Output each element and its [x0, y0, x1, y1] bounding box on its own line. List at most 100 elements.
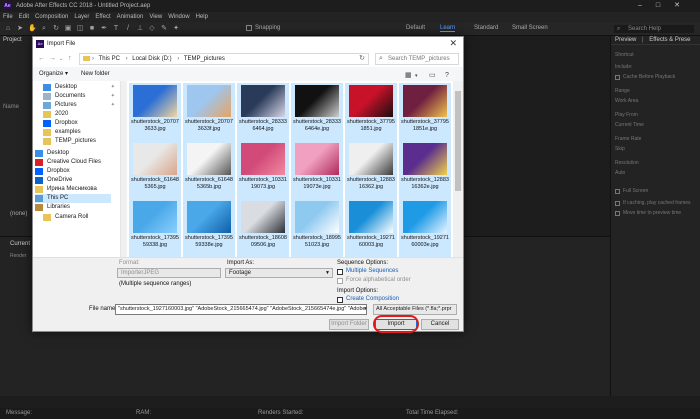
- pin-icon[interactable]: ✦: [111, 83, 115, 92]
- selection-tool-icon[interactable]: ➤: [16, 25, 24, 33]
- file-tile[interactable]: shutterstock_207073633f.jpg: [183, 83, 235, 141]
- menu-edit[interactable]: Edit: [19, 14, 29, 20]
- nav-item-examples[interactable]: examples: [43, 128, 119, 137]
- file-tile[interactable]: shutterstock_377951851e.jpg: [399, 83, 451, 141]
- pan-behind-tool-icon[interactable]: ◫: [76, 25, 84, 33]
- brush-tool-icon[interactable]: /: [124, 25, 132, 33]
- pen-tool-icon[interactable]: ✒: [100, 25, 108, 33]
- file-tile[interactable]: shutterstock_616485365b.jpg: [183, 141, 235, 199]
- nav-item-creative-cloud-files[interactable]: Creative Cloud Files: [35, 158, 111, 167]
- file-tile[interactable]: shutterstock_616485365.jpg: [129, 141, 181, 199]
- file-type-dropdown[interactable]: All Acceptable Files (*.fla;*.prpr: [373, 304, 457, 315]
- menu-effect[interactable]: Effect: [95, 14, 110, 20]
- file-name-dropdown-icon[interactable]: ▼: [363, 306, 368, 312]
- window-controls[interactable]: –□✕: [638, 0, 694, 12]
- pin-icon[interactable]: ✦: [111, 101, 115, 110]
- file-tile[interactable]: shutterstock_283336464e.jpg: [291, 83, 343, 141]
- nav-item-dropbox[interactable]: Dropbox: [35, 167, 111, 176]
- multiple-sequences-checkbox[interactable]: [337, 269, 343, 275]
- close-icon[interactable]: ✕: [449, 37, 457, 50]
- forward-arrow-icon[interactable]: →: [49, 55, 56, 63]
- menu-view[interactable]: View: [149, 14, 162, 20]
- nav-item-dropbox[interactable]: Dropbox: [43, 119, 119, 128]
- menu-file[interactable]: File: [3, 14, 13, 20]
- pin-icon[interactable]: ✦: [111, 92, 115, 101]
- hand-tool-icon[interactable]: ✋: [28, 25, 37, 33]
- menu-layer[interactable]: Layer: [74, 14, 89, 20]
- mask-tool-icon[interactable]: ■: [88, 25, 96, 33]
- clone-tool-icon[interactable]: ⊥: [136, 25, 144, 33]
- breadcrumb-local-disk[interactable]: Local Disk (D:): [132, 56, 171, 62]
- nav-item-desktop[interactable]: Desktop ✦: [43, 83, 119, 92]
- rotate-tool-icon[interactable]: ↻: [52, 25, 60, 33]
- zoom-tool-icon[interactable]: ⌕: [40, 25, 48, 33]
- home-icon[interactable]: ⌂: [4, 25, 12, 33]
- file-tile[interactable]: shutterstock_1899551023.jpg: [291, 199, 343, 257]
- workspace-small-screen[interactable]: Small Screen: [512, 25, 548, 31]
- refresh-icon[interactable]: ↻: [359, 54, 365, 64]
- menu-window[interactable]: Window: [168, 14, 189, 20]
- new-folder-button[interactable]: New folder: [81, 67, 110, 81]
- nav-item-libraries[interactable]: Libraries: [35, 203, 111, 212]
- nav-item-2020[interactable]: 2020: [43, 110, 119, 119]
- up-arrow-icon[interactable]: ↑: [68, 55, 72, 63]
- camera-tool-icon[interactable]: ▣: [64, 25, 72, 33]
- breadcrumb-this-pc[interactable]: This PC: [99, 56, 120, 62]
- search-help-input[interactable]: ⌕ Search Help: [614, 25, 694, 33]
- file-tile[interactable]: shutterstock_207073633.jpg: [129, 83, 181, 141]
- file-tile[interactable]: shutterstock_1033119073.jpg: [237, 141, 289, 199]
- file-tile[interactable]: shutterstock_1288316362e.jpg: [399, 141, 451, 199]
- menu-animation[interactable]: Animation: [117, 14, 144, 20]
- multiple-sequences-label[interactable]: Multiple Sequences: [346, 268, 398, 274]
- nav-item-temp-pictures[interactable]: TEMP_pictures: [43, 137, 119, 146]
- address-bar[interactable]: › This PC › Local Disk (D:) › TEMP_pictu…: [79, 53, 369, 65]
- menu-composition[interactable]: Composition: [35, 14, 68, 20]
- preview-option-checkbox[interactable]: [615, 189, 620, 194]
- file-tile[interactable]: shutterstock_1860809506.jpg: [237, 199, 289, 257]
- import-as-dropdown[interactable]: Footage ▼: [225, 268, 333, 278]
- roto-tool-icon[interactable]: ✎: [160, 25, 168, 33]
- current-render-tab[interactable]: Current: [10, 241, 30, 247]
- file-name-input[interactable]: "shutterstock_1927160003.jpg" "AdobeStoc…: [115, 304, 367, 315]
- eraser-tool-icon[interactable]: ◇: [148, 25, 156, 33]
- force-alphabetical-checkbox[interactable]: [337, 278, 343, 284]
- organize-button[interactable]: Organize ▾: [39, 67, 68, 81]
- puppet-tool-icon[interactable]: ✦: [172, 25, 180, 33]
- create-composition-checkbox[interactable]: [337, 297, 343, 303]
- preview-option-checkbox[interactable]: [615, 211, 620, 216]
- nav-item-this-pc[interactable]: This PC: [35, 194, 111, 203]
- nav-item-onedrive[interactable]: OneDrive: [35, 176, 111, 185]
- workspace-default[interactable]: Default: [406, 25, 425, 31]
- workspace-learn[interactable]: Learn: [440, 25, 456, 32]
- cancel-button[interactable]: Cancel: [421, 319, 459, 330]
- back-arrow-icon[interactable]: ←: [38, 55, 45, 63]
- create-composition-label[interactable]: Create Composition: [346, 296, 399, 302]
- preview-option-checkbox[interactable]: [615, 201, 620, 206]
- workspace-standard[interactable]: Standard: [474, 25, 498, 31]
- recent-locations-icon[interactable]: ⌄: [59, 55, 63, 63]
- breadcrumb-temp-pictures[interactable]: TEMP_pictures: [184, 56, 225, 62]
- file-tile[interactable]: shutterstock_1927160003e.jpg: [399, 199, 451, 257]
- nav-item-camera-roll[interactable]: Camera Roll: [43, 213, 119, 222]
- type-tool-icon[interactable]: T: [112, 25, 120, 33]
- file-tile[interactable]: shutterstock_1739559338.jpg: [129, 199, 181, 257]
- nav-item-desktop[interactable]: Desktop: [35, 149, 111, 158]
- import-folder-button[interactable]: Import Folder: [329, 319, 369, 330]
- snapping-checkbox[interactable]: [246, 25, 252, 31]
- tab-effects-presets[interactable]: Effects & Prese: [649, 37, 690, 43]
- file-tile[interactable]: shutterstock_1739559338e.jpg: [183, 199, 235, 257]
- nav-item-pictures[interactable]: Pictures ✦: [43, 101, 119, 110]
- file-tile[interactable]: shutterstock_1927160003.jpg: [345, 199, 397, 257]
- menu-help[interactable]: Help: [196, 14, 208, 20]
- file-list-scrollbar[interactable]: [453, 81, 463, 257]
- file-tile[interactable]: shutterstock_1033119073e.jpg: [291, 141, 343, 199]
- file-tile[interactable]: shutterstock_283336464.jpg: [237, 83, 289, 141]
- nav-item-documents[interactable]: Documents ✦: [43, 92, 119, 101]
- project-tab[interactable]: Project: [3, 37, 22, 43]
- nav-item-ирина-месникова[interactable]: Ирина Месникова: [35, 185, 111, 194]
- preview-option-checkbox[interactable]: [615, 75, 620, 80]
- file-tile[interactable]: shutterstock_1288316362.jpg: [345, 141, 397, 199]
- tab-preview[interactable]: Preview: [615, 37, 636, 43]
- dialog-search-input[interactable]: ⌕ Search TEMP_pictures: [375, 53, 459, 65]
- file-tile[interactable]: shutterstock_377951851.jpg: [345, 83, 397, 141]
